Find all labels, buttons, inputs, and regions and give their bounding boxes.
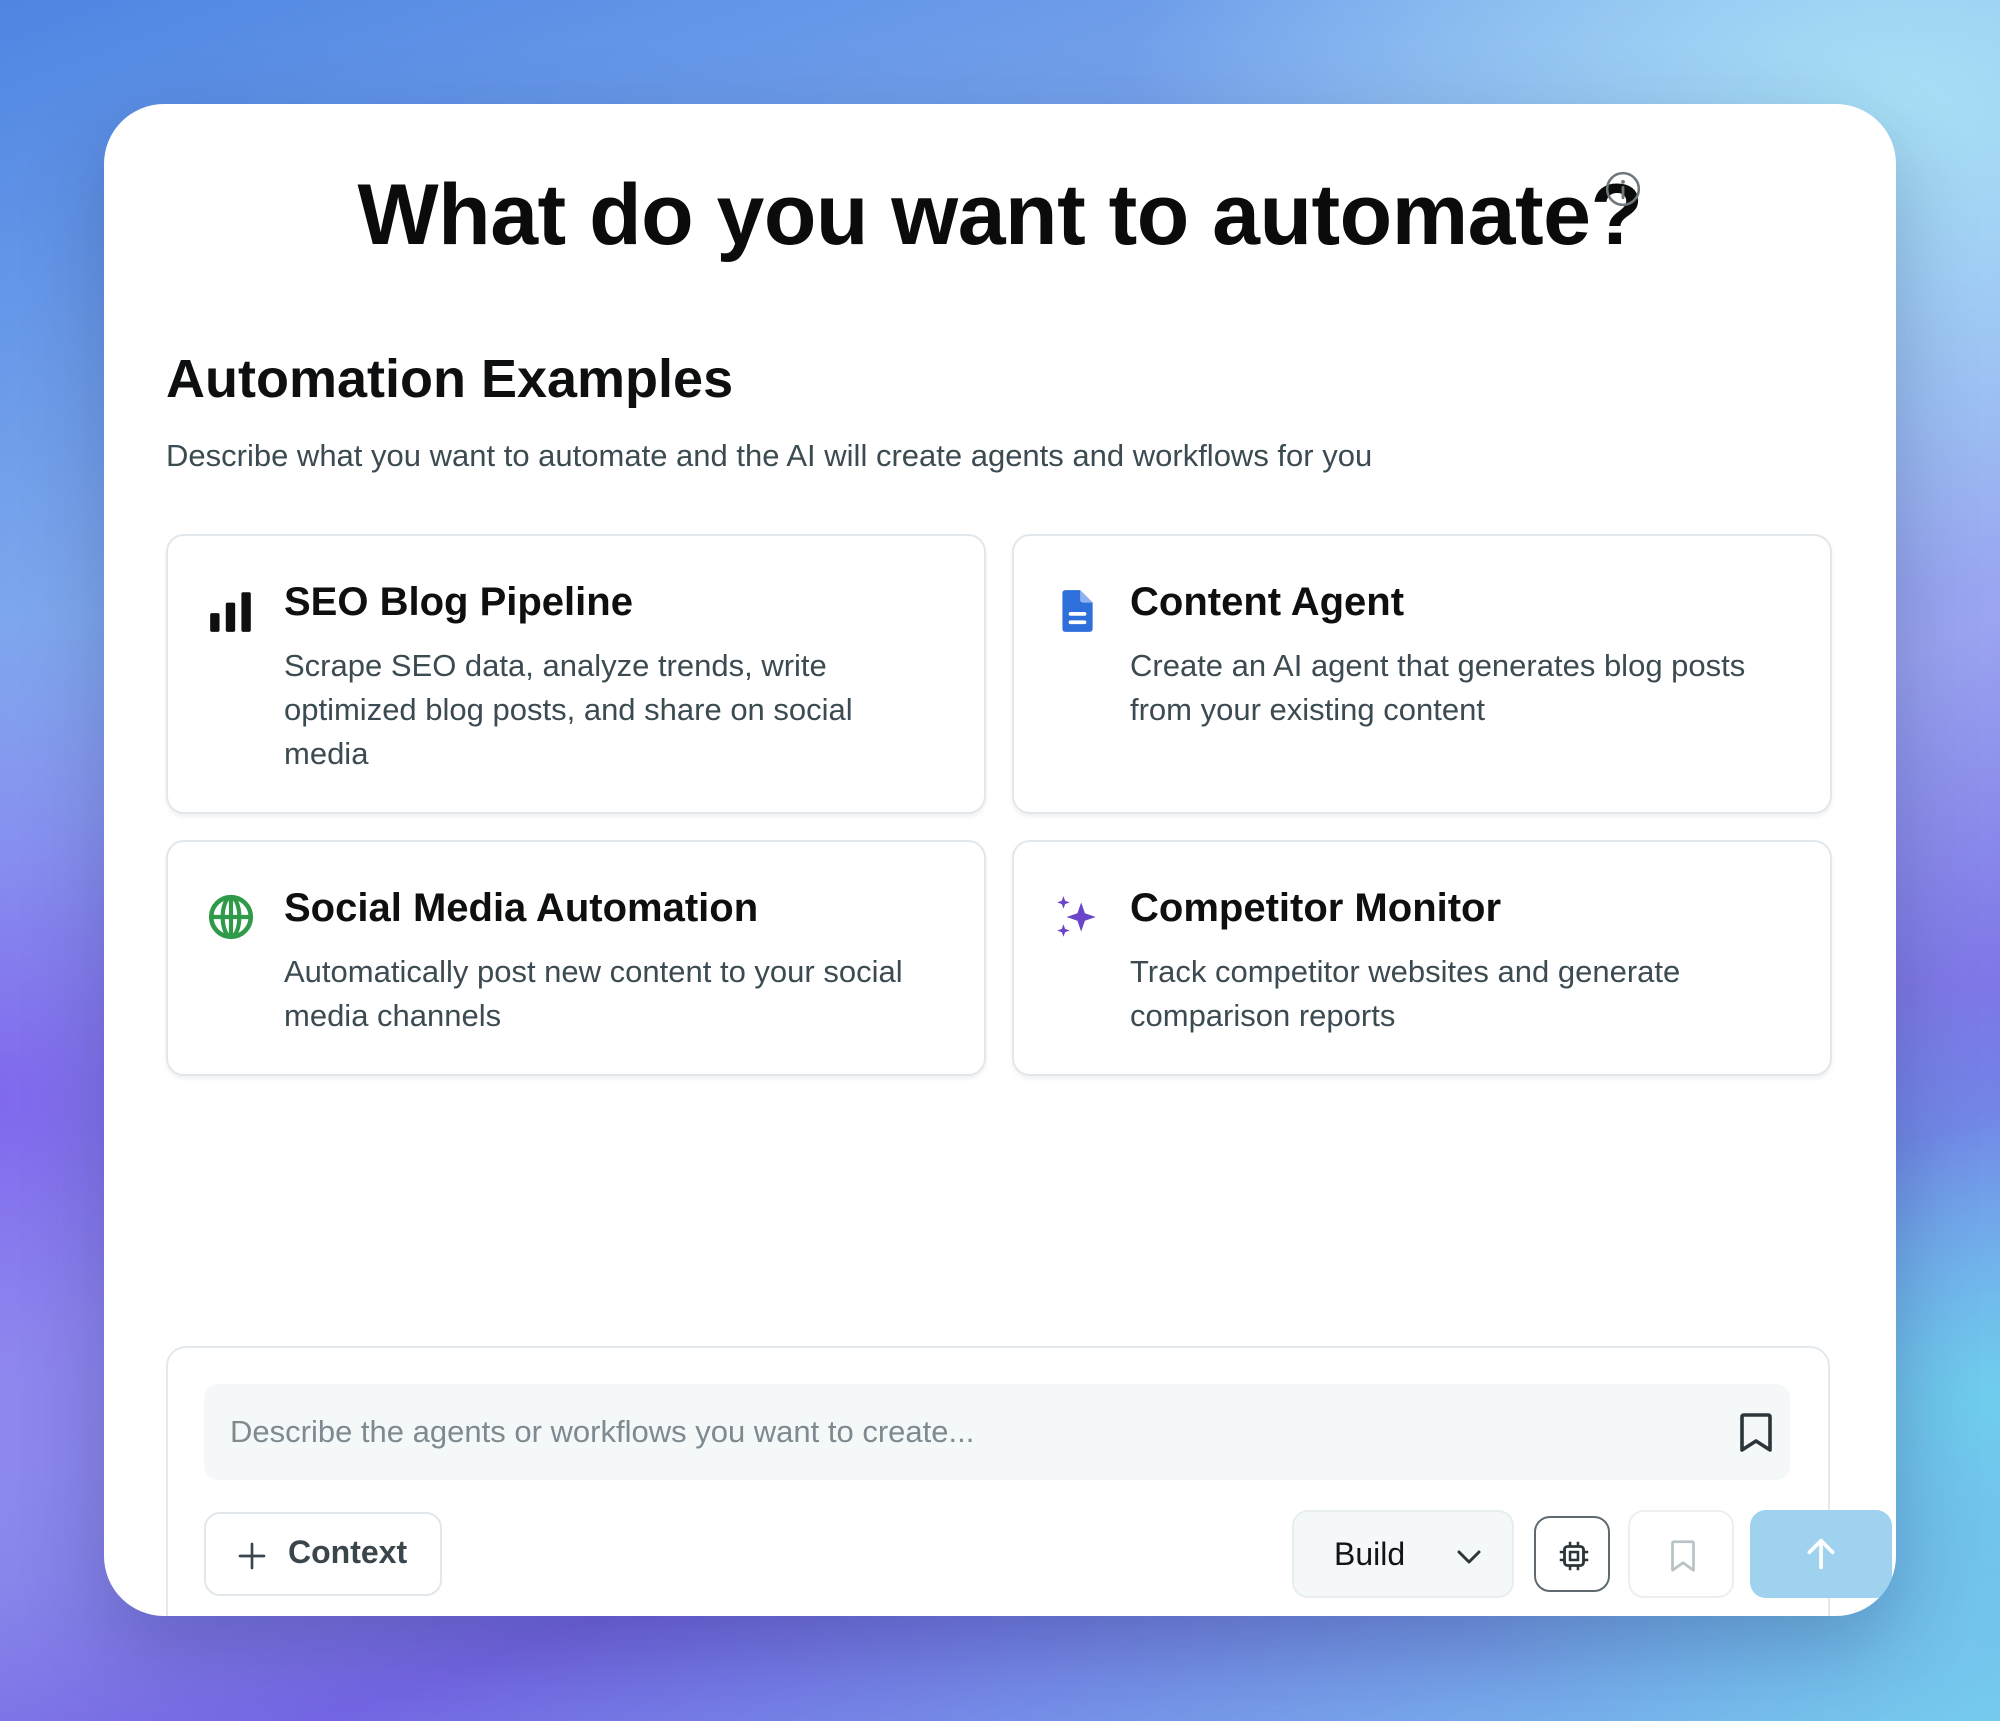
context-label: Context [288,1534,408,1570]
card-description: Track competitor websites and generate c… [1130,954,1681,1033]
card-title: Competitor Monitor [1130,886,1502,930]
add-context-button[interactable]: Context [204,1512,442,1596]
bookmark-icon[interactable] [1736,1410,1776,1454]
plus-icon [238,1542,266,1570]
bar-chart-icon [210,592,251,632]
sparkles-icon [1057,896,1096,937]
card-description: Create an AI agent that generates blog p… [1130,648,1746,727]
example-card-social-media-automation[interactable]: Social Media Automation Automatically po… [166,840,986,1076]
mode-select[interactable]: Build [1292,1510,1514,1598]
bookmark-icon [1671,1540,1695,1572]
globe-icon [208,894,254,940]
info-icon[interactable] [1604,170,1642,208]
automation-window: What do you want to automate? Automation… [104,104,1896,1616]
card-description: Automatically post new content to your s… [284,954,903,1033]
example-card-seo-blog-pipeline[interactable]: SEO Blog Pipeline Scrape SEO data, analy… [166,534,986,814]
prompt-input[interactable] [204,1384,1684,1480]
section-title: Automation Examples [166,349,734,409]
send-button[interactable] [1750,1510,1892,1598]
section-description: Describe what you want to automate and t… [166,438,1373,473]
mode-label: Build [1334,1536,1406,1572]
model-button[interactable] [1534,1516,1610,1592]
chip-icon [1559,1541,1589,1571]
document-icon [1062,590,1093,632]
chevron-down-icon [1457,1550,1481,1564]
example-card-content-agent[interactable]: Content Agent Create an AI agent that ge… [1012,534,1832,814]
card-title: Content Agent [1130,580,1405,624]
card-description: Scrape SEO data, analyze trends, write o… [284,648,853,771]
composer-panel: Context Build [166,1346,1892,1616]
prompt-box [204,1384,1790,1480]
card-title: SEO Blog Pipeline [284,580,633,624]
save-prompt-button[interactable] [1628,1510,1734,1598]
card-title: Social Media Automation [284,886,759,930]
example-card-competitor-monitor[interactable]: Competitor Monitor Track competitor webs… [1012,840,1832,1076]
arrow-up-icon [1807,1538,1835,1570]
